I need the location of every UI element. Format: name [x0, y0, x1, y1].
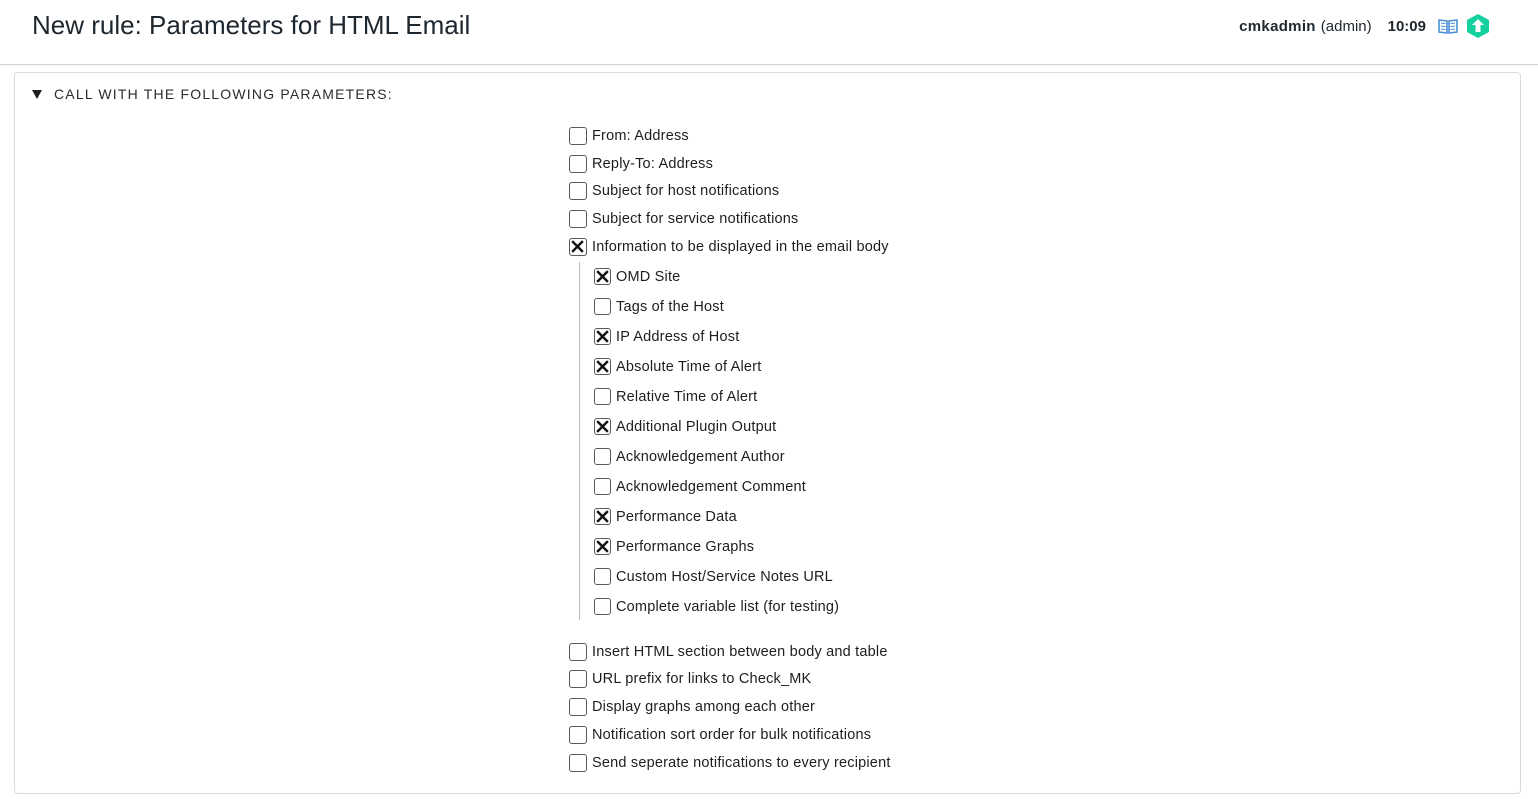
option-label: Complete variable list (for testing) — [616, 598, 840, 615]
option-label: Notification sort order for bulk notific… — [592, 727, 872, 743]
checkbox-unchecked[interactable] — [569, 210, 587, 228]
option-label: Custom Host/Service Notes URL — [616, 568, 833, 585]
option-insert-html-section-between-body-and-table[interactable]: Insert HTML section between body and tab… — [569, 643, 888, 661]
checkbox-checked[interactable] — [594, 508, 611, 525]
checkbox-unchecked[interactable] — [569, 127, 587, 145]
option-performance-graphs[interactable]: Performance Graphs — [594, 538, 754, 555]
option-label: Performance Data — [616, 508, 737, 525]
option-label: Information to be displayed in the email… — [592, 239, 889, 255]
page-title: New rule: Parameters for HTML Email — [32, 10, 471, 40]
checkbox-unchecked[interactable] — [569, 182, 587, 200]
option-label: Absolute Time of Alert — [616, 358, 762, 375]
section-label: CALL WITH THE FOLLOWING PARAMETERS: — [54, 86, 393, 102]
option-label: From: Address — [592, 128, 689, 144]
checkbox-checked[interactable] — [569, 238, 587, 256]
checkbox-unchecked[interactable] — [594, 598, 611, 615]
option-send-seperate-notifications-to-every-recipient[interactable]: Send seperate notifications to every rec… — [569, 754, 891, 772]
nested-options-guide — [579, 262, 580, 620]
checkbox-unchecked[interactable] — [594, 298, 611, 315]
option-ip-address-of-host[interactable]: IP Address of Host — [594, 328, 739, 345]
option-reply-to-address[interactable]: Reply-To: Address — [569, 155, 713, 173]
option-from-address[interactable]: From: Address — [569, 127, 689, 145]
option-label: Performance Graphs — [616, 538, 755, 555]
option-tags-of-the-host[interactable]: Tags of the Host — [594, 298, 724, 315]
option-label: IP Address of Host — [616, 328, 740, 345]
book-icon[interactable] — [1437, 17, 1459, 35]
checkmk-logo-icon[interactable] — [1466, 13, 1490, 39]
user-name[interactable]: cmkadmin — [1239, 18, 1316, 35]
triangle-down-icon[interactable] — [32, 89, 42, 99]
checkbox-checked[interactable] — [594, 418, 611, 435]
option-acknowledgement-author[interactable]: Acknowledgement Author — [594, 448, 785, 465]
page-header: New rule: Parameters for HTML Email cmka… — [0, 0, 1538, 65]
checkbox-unchecked[interactable] — [569, 726, 587, 744]
option-omd-site[interactable]: OMD Site — [594, 268, 680, 285]
checkbox-unchecked[interactable] — [594, 478, 611, 495]
checkbox-checked[interactable] — [594, 538, 611, 555]
option-complete-variable-list-for-testing[interactable]: Complete variable list (for testing) — [594, 598, 839, 615]
option-label: Reply-To: Address — [592, 156, 714, 172]
section-toggle[interactable]: CALL WITH THE FOLLOWING PARAMETERS: — [32, 86, 393, 102]
option-url-prefix-for-links-to-check-mk[interactable]: URL prefix for links to Check_MK — [569, 670, 811, 688]
checkbox-checked[interactable] — [594, 358, 611, 375]
option-subject-for-service-notifications[interactable]: Subject for service notifications — [569, 210, 798, 228]
option-label: URL prefix for links to Check_MK — [592, 671, 812, 687]
checkbox-unchecked[interactable] — [569, 670, 587, 688]
checkbox-checked[interactable] — [594, 328, 611, 345]
checkbox-unchecked[interactable] — [569, 643, 587, 661]
option-relative-time-of-alert[interactable]: Relative Time of Alert — [594, 388, 757, 405]
option-label: Acknowledgement Author — [616, 448, 785, 465]
option-custom-host-service-notes-url[interactable]: Custom Host/Service Notes URL — [594, 568, 833, 585]
option-label: Subject for host notifications — [592, 183, 780, 199]
checkbox-unchecked[interactable] — [569, 754, 587, 772]
option-information-to-be-displayed-in-the-email-body[interactable]: Information to be displayed in the email… — [569, 238, 889, 256]
option-absolute-time-of-alert[interactable]: Absolute Time of Alert — [594, 358, 761, 375]
checkbox-unchecked[interactable] — [569, 155, 587, 173]
option-additional-plugin-output[interactable]: Additional Plugin Output — [594, 418, 776, 435]
option-label: Subject for service notifications — [592, 211, 799, 227]
option-label: Display graphs among each other — [592, 699, 816, 715]
option-label: OMD Site — [616, 268, 681, 285]
checkbox-unchecked[interactable] — [594, 448, 611, 465]
option-label: Tags of the Host — [616, 298, 724, 315]
option-display-graphs-among-each-other[interactable]: Display graphs among each other — [569, 698, 815, 716]
option-label: Additional Plugin Output — [616, 418, 777, 435]
checkbox-unchecked[interactable] — [594, 388, 611, 405]
option-label: Relative Time of Alert — [616, 388, 758, 405]
option-notification-sort-order-for-bulk-notifications[interactable]: Notification sort order for bulk notific… — [569, 726, 871, 744]
option-performance-data[interactable]: Performance Data — [594, 508, 737, 525]
option-acknowledgement-comment[interactable]: Acknowledgement Comment — [594, 478, 806, 495]
option-label: Acknowledgement Comment — [616, 478, 806, 495]
option-label: Send seperate notifications to every rec… — [592, 755, 891, 771]
option-subject-for-host-notifications[interactable]: Subject for host notifications — [569, 182, 779, 200]
clock: 10:09 — [1387, 17, 1426, 35]
user-role: (admin) — [1320, 17, 1372, 35]
checkbox-checked[interactable] — [594, 268, 611, 285]
option-label: Insert HTML section between body and tab… — [592, 644, 888, 660]
checkbox-unchecked[interactable] — [569, 698, 587, 716]
user-area: cmkadmin (admin) 10:09 — [1239, 13, 1490, 39]
checkbox-unchecked[interactable] — [594, 568, 611, 585]
